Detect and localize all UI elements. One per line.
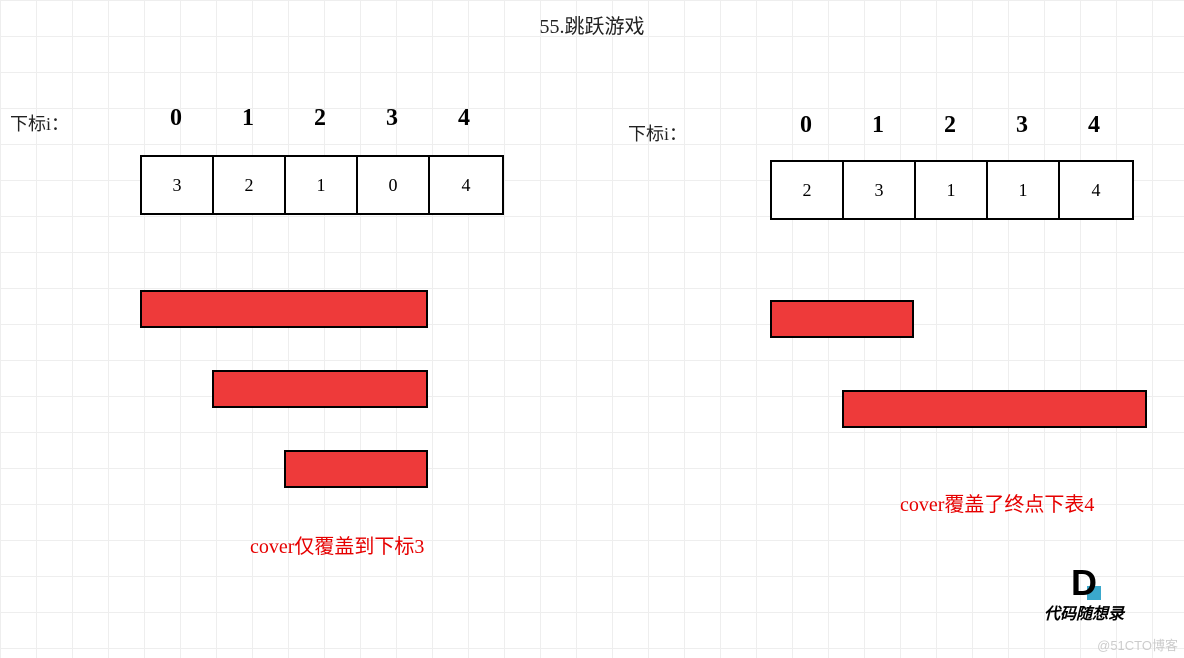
left-index-label: 下标i： — [10, 110, 69, 136]
left-caption: cover仅覆盖到下标3 — [250, 530, 424, 559]
array-cell: 1 — [988, 162, 1060, 218]
index-num: 4 — [1058, 112, 1130, 139]
right-cover-bar-0 — [770, 300, 914, 338]
array-cell: 3 — [844, 162, 916, 218]
index-num: 0 — [770, 112, 842, 139]
index-num: 2 — [914, 112, 986, 139]
array-cell: 0 — [358, 157, 430, 213]
index-num: 1 — [842, 112, 914, 139]
left-index-row: 0 1 2 3 4 — [140, 105, 500, 132]
left-cover-bar-0 — [140, 290, 428, 328]
array-cell: 3 — [142, 157, 214, 213]
logo-d-icon: D — [1071, 562, 1097, 604]
brand-logo: D 代码随想录 — [1044, 562, 1124, 624]
array-cell: 4 — [430, 157, 502, 213]
right-index-row: 0 1 2 3 4 — [770, 112, 1130, 139]
right-caption: cover覆盖了终点下表4 — [900, 488, 1094, 517]
index-num: 3 — [986, 112, 1058, 139]
index-num: 0 — [140, 105, 212, 132]
left-cover-bar-1 — [212, 370, 428, 408]
array-cell: 2 — [214, 157, 286, 213]
index-num: 4 — [428, 105, 500, 132]
right-array: 2 3 1 1 4 — [770, 160, 1134, 220]
left-array: 3 2 1 0 4 — [140, 155, 504, 215]
right-index-label: 下标i： — [628, 120, 687, 146]
left-cover-bar-2 — [284, 450, 428, 488]
right-cover-bar-1 — [842, 390, 1147, 428]
page-title: 55.跳跃游戏 — [540, 10, 645, 39]
array-cell: 2 — [772, 162, 844, 218]
array-cell: 1 — [916, 162, 988, 218]
array-cell: 4 — [1060, 162, 1132, 218]
watermark: @51CTO博客 — [1097, 635, 1178, 654]
index-num: 2 — [284, 105, 356, 132]
index-num: 1 — [212, 105, 284, 132]
array-cell: 1 — [286, 157, 358, 213]
index-num: 3 — [356, 105, 428, 132]
